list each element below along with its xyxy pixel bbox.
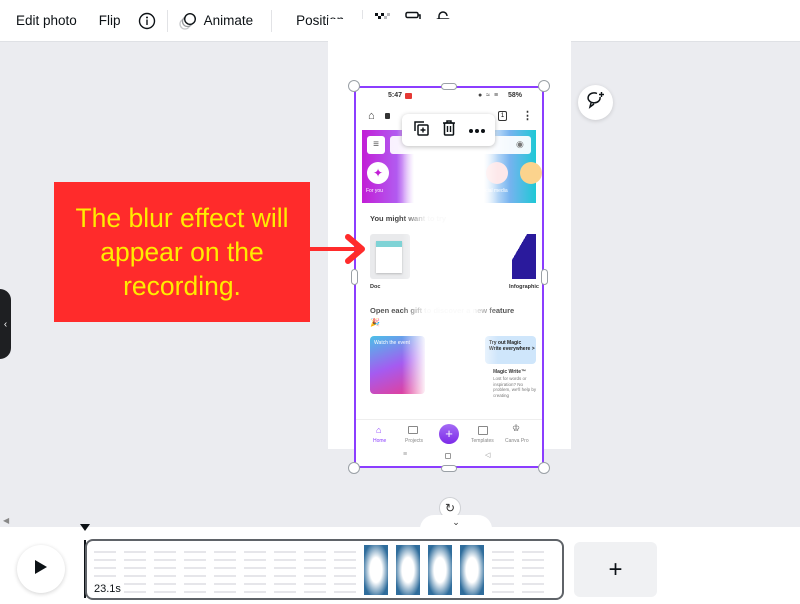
nav-create-button[interactable]: +: [439, 424, 459, 444]
horizontal-scrollbar[interactable]: ◀: [0, 515, 800, 527]
android-home-icon[interactable]: [445, 453, 451, 459]
resize-handle-top-left[interactable]: [348, 80, 360, 92]
resize-handle-bottom-right[interactable]: [538, 462, 550, 474]
nav-templates[interactable]: Templates: [471, 438, 494, 444]
play-icon: [34, 559, 48, 580]
for-you-icon[interactable]: ✦: [367, 162, 389, 184]
chevron-down-icon: ⌄: [452, 516, 460, 527]
doc-thumbnail: [376, 241, 402, 273]
video-clip-track[interactable]: 23.1s: [85, 539, 564, 600]
callout-arrow: [308, 234, 368, 269]
animate-button[interactable]: Animate: [178, 6, 254, 36]
nav-projects[interactable]: Projects: [405, 438, 423, 444]
more-icon[interactable]: [468, 121, 486, 139]
add-comment-button[interactable]: [578, 85, 613, 120]
clip-thumbnail: [274, 544, 296, 595]
phone-status-bar: 5:47 ● ≈ ≡ 58%: [354, 91, 544, 105]
playhead[interactable]: [80, 524, 90, 531]
animate-icon: [178, 11, 198, 31]
category-for-you[interactable]: For you: [366, 188, 383, 194]
clip-thumbnail: [304, 544, 326, 595]
nav-projects-icon[interactable]: [408, 426, 418, 434]
back-icon[interactable]: ◁: [485, 451, 490, 459]
battery-level: 58%: [508, 92, 523, 99]
rotate-icon: ↻: [444, 501, 456, 515]
home-icon[interactable]: ⌂: [368, 110, 375, 122]
clip-thumbnail: [492, 544, 514, 595]
resize-handle-bottom-left[interactable]: [348, 462, 360, 474]
element-context-menu: [402, 114, 495, 146]
callout-text: The blur effect will appear on the recor…: [75, 203, 289, 301]
add-page-button[interactable]: +: [574, 542, 657, 597]
infographic-card[interactable]: [512, 234, 536, 279]
blur-overlay: [402, 132, 498, 432]
tabs-count-icon[interactable]: 1: [498, 111, 507, 121]
resize-handle-left[interactable]: [351, 269, 358, 285]
nav-home-icon[interactable]: ⌂: [376, 425, 381, 435]
status-icons: ● ≈ ≡: [478, 92, 500, 99]
scroll-left-arrow[interactable]: ◀: [3, 516, 9, 525]
trash-icon[interactable]: [441, 119, 457, 142]
resize-handle-top[interactable]: [441, 83, 457, 90]
clip-thumbnail: [244, 544, 266, 595]
presentations-icon[interactable]: [520, 162, 542, 184]
play-button[interactable]: [17, 545, 65, 593]
clip-thumbnail: [396, 544, 420, 595]
edit-photo-button[interactable]: Edit photo: [16, 6, 77, 36]
nav-canva-pro-icon[interactable]: ♔: [512, 423, 520, 434]
animate-label: Animate: [203, 13, 254, 28]
clip-thumbnail: [334, 544, 356, 595]
clip-thumbnail: [428, 544, 452, 595]
lock-icon: [385, 113, 390, 119]
flip-label: Flip: [98, 13, 121, 28]
clip-duration: 23.1s: [93, 583, 122, 595]
nav-home[interactable]: Home: [373, 438, 386, 444]
magic-write-desc: Lost for words or inspiration? No proble…: [493, 376, 537, 398]
info-button[interactable]: [137, 6, 157, 36]
clip-thumbnail: [124, 544, 146, 595]
camera-icon[interactable]: ◉: [516, 139, 524, 150]
duplicate-icon[interactable]: [412, 119, 430, 142]
nav-canva-pro[interactable]: Canva Pro: [505, 438, 529, 444]
party-emoji: 🎉: [370, 318, 380, 327]
annotation-callout: The blur effect will appear on the recor…: [54, 182, 310, 322]
status-time: 5:47: [388, 92, 403, 99]
clip-thumbnail: [364, 544, 388, 595]
chevron-left-icon: ‹: [3, 318, 8, 330]
edit-photo-label: Edit photo: [16, 13, 77, 28]
card-label-doc: Doc: [370, 284, 381, 290]
bottom-nav: ⌂ Home Projects + Templates ♔ Canva Pro: [354, 419, 544, 449]
android-nav: ≡ ◁: [354, 450, 544, 464]
resize-handle-top-right[interactable]: [538, 80, 550, 92]
flip-button[interactable]: Flip: [99, 6, 121, 36]
resize-handle-bottom[interactable]: [441, 465, 457, 472]
side-panel-toggle[interactable]: ‹: [0, 289, 11, 359]
clip-thumbnail: [522, 544, 544, 595]
recents-icon[interactable]: ≡: [403, 451, 407, 458]
clip-thumbnail: [214, 544, 236, 595]
info-icon: [137, 11, 157, 31]
clip-thumbnail: [184, 544, 206, 595]
hamburger-menu-icon[interactable]: ≡: [367, 136, 385, 154]
browser-menu-icon[interactable]: ⋮: [522, 109, 533, 122]
clip-thumbnail: [154, 544, 176, 595]
nav-templates-icon[interactable]: [478, 426, 488, 435]
plus-icon: +: [608, 555, 623, 583]
card-label-infographic: Infographic: [509, 284, 539, 290]
toolbar-divider: [166, 9, 168, 32]
clip-thumbnail: [460, 544, 484, 595]
comment-plus-icon: [586, 91, 606, 114]
toolbar-divider: [271, 9, 273, 32]
recording-icon: [405, 93, 412, 99]
resize-handle-right[interactable]: [541, 269, 548, 285]
